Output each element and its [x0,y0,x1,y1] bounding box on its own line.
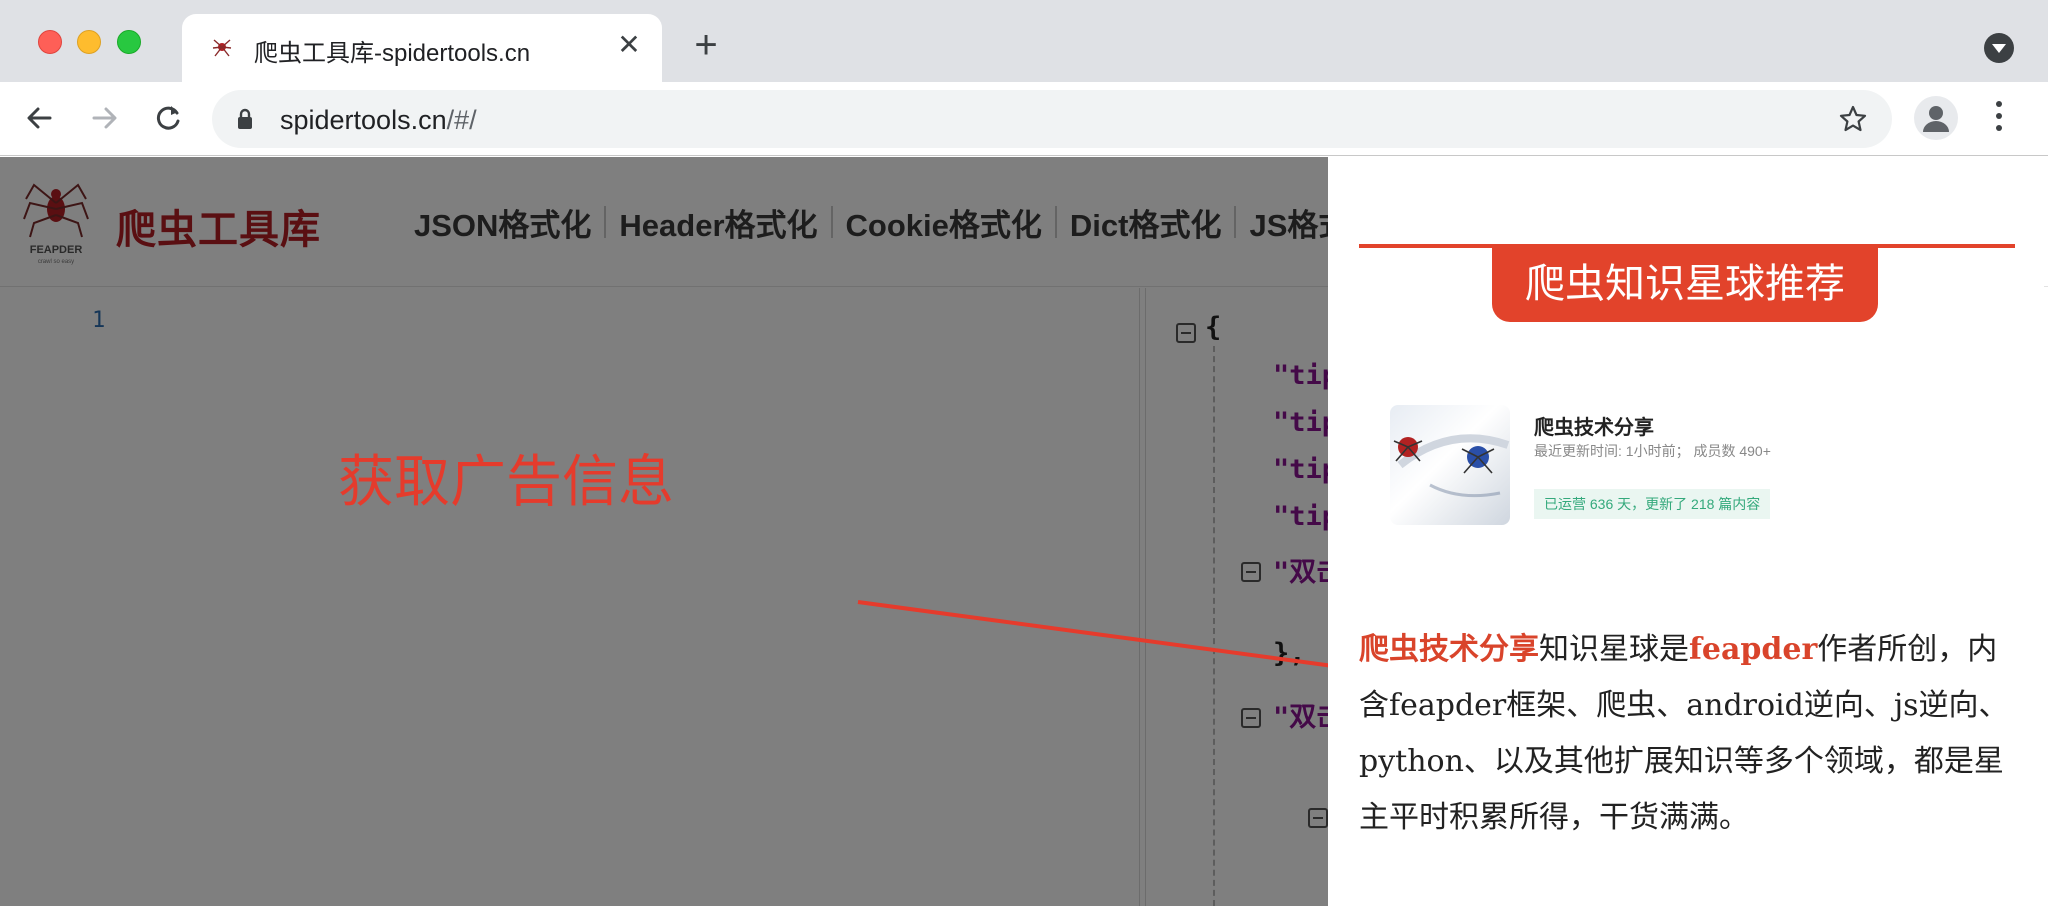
description-text: 知识星球是 [1539,632,1689,667]
browser-toolbar: spidertools.cn/#/ [0,82,2048,156]
window-zoom-button[interactable] [117,30,141,54]
group-meta: 最近更新时间: 1小时前； 成员数 490+ [1534,443,1771,459]
tab-title: 爬虫工具库-spidertools.cn [254,40,531,67]
bookmark-star-icon[interactable] [1838,104,1868,134]
window-minimize-button[interactable] [77,30,101,54]
url-host: spidertools.cn [280,105,447,135]
new-tab-button[interactable]: + [688,25,724,65]
highlight-group-name: 爬虫技术分享 [1359,632,1539,667]
recommendation-panel: 爬虫知识星球推荐 爬虫技术分享 最近更新时间: 1小时前； 成员数 490+ 已… [1328,157,2044,906]
lock-icon[interactable] [236,108,254,130]
panel-description: 爬虫技术分享知识星球是feapder作者所创，内含feapder框架、爬虫、an… [1359,622,2019,846]
group-avatar [1390,405,1510,525]
panel-heading: 爬虫知识星球推荐 [1492,248,1878,322]
back-arrow-icon[interactable] [18,96,62,140]
address-bar[interactable]: spidertools.cn/#/ [212,90,1892,148]
annotation-label: 获取广告信息 [338,450,674,513]
profile-avatar-icon[interactable] [1914,96,1958,140]
browser-tab-active[interactable]: 爬虫工具库-spidertools.cn ✕ [182,14,662,82]
spider-favicon-icon [212,39,232,57]
group-name: 爬虫技术分享 [1534,417,1654,439]
tab-strip: 爬虫工具库-spidertools.cn ✕ + [0,0,2048,82]
highlight-author: feapder [1689,632,1818,667]
window-close-button[interactable] [38,30,62,54]
forward-arrow-icon[interactable] [82,96,126,140]
url-text[interactable]: spidertools.cn/#/ [280,105,477,136]
page-viewport: FEAPDER crawl so easy 爬虫工具库 JSON格式化 Head… [0,157,2048,906]
tab-search-button[interactable] [1984,33,2014,63]
url-path: /#/ [446,105,477,135]
browser-menu-icon[interactable] [1984,98,2014,138]
reload-icon[interactable] [146,96,190,140]
group-stats-badge: 已运营 636 天，更新了 218 篇内容 [1534,489,1771,519]
tab-close-icon[interactable]: ✕ [614,30,644,60]
knowledge-group-card[interactable]: 爬虫技术分享 最近更新时间: 1小时前； 成员数 490+ 已运营 636 天，… [1390,405,1820,529]
modal-backdrop[interactable] [0,157,1328,906]
